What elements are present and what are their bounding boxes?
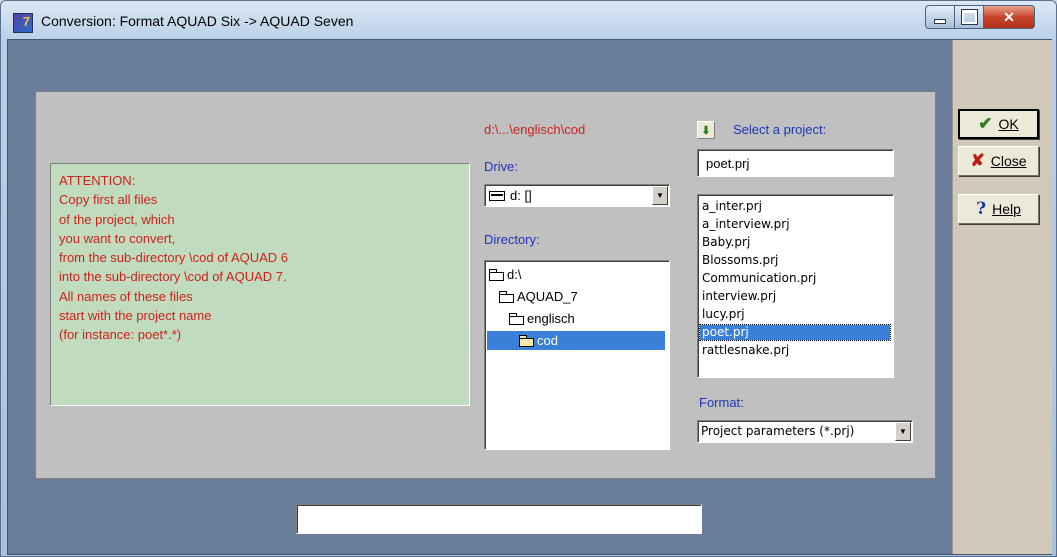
folder-icon — [519, 335, 534, 347]
conversion-window: Conversion: Format AQUAD Six -> AQUAD Se… — [0, 0, 1057, 557]
chevron-down-icon: ▼ — [656, 191, 664, 200]
arrow-down-icon[interactable]: ⬇ — [697, 121, 715, 139]
folder-icon — [509, 313, 524, 325]
select-project-label: Select a project: — [733, 122, 827, 137]
directory-list[interactable]: d:\ AQUAD_7 englisch cod — [484, 260, 670, 450]
attention-line: Copy first all files — [59, 192, 158, 208]
checkmark-icon: ✔ — [978, 114, 993, 133]
project-file-item[interactable]: poet.prj — [699, 324, 891, 341]
project-file-list[interactable]: a_inter.prj a_interview.prj Baby.prj Blosso… — [697, 194, 894, 378]
current-path-label: d:\...\englisch\cod — [484, 122, 586, 137]
project-name-field[interactable]: poet.prj — [697, 149, 894, 177]
minimize-icon — [934, 18, 946, 24]
attention-line: ATTENTION: — [59, 173, 136, 188]
folder-icon — [489, 269, 504, 281]
drive-value: d: [] — [510, 188, 532, 203]
attention-line: All names of these files — [59, 288, 193, 304]
window-title: Conversion: Format AQUAD Six -> AQUAD Se… — [41, 13, 354, 29]
directory-item-label: AQUAD_7 — [517, 289, 578, 304]
aquad-app-icon — [13, 13, 33, 33]
help-button[interactable]: ? Help — [958, 194, 1039, 224]
project-file-item[interactable]: Baby.prj — [700, 235, 752, 250]
button-panel: ✔ OK ✘ Close ? Help — [952, 40, 1052, 554]
attention-line: from the sub-directory \cod of AQUAD 6 — [59, 250, 289, 266]
project-name-value: poet.prj — [706, 156, 750, 171]
status-field[interactable] — [296, 504, 702, 534]
help-icon: ? — [976, 199, 987, 219]
directory-item-label: englisch — [527, 311, 575, 326]
project-file-item[interactable]: a_inter.prj — [700, 199, 764, 214]
drive-dropdown-button[interactable]: ▼ — [652, 186, 668, 205]
folder-icon — [499, 291, 514, 303]
ok-button[interactable]: ✔ OK — [958, 109, 1039, 139]
drive-select[interactable]: d: [] ▼ — [484, 184, 670, 207]
directory-label: Directory: — [484, 232, 540, 247]
format-dropdown-button[interactable]: ▼ — [895, 422, 911, 441]
close-label: Close — [990, 153, 1027, 169]
project-file-item[interactable]: lucy.prj — [700, 307, 747, 322]
directory-item-label: d:\ — [507, 267, 522, 282]
dialog-client: ATTENTION: Copy first all files of the pro… — [7, 39, 1052, 555]
maximize-icon — [960, 9, 978, 25]
directory-item[interactable]: englisch — [509, 309, 575, 328]
minimize-button[interactable] — [925, 5, 955, 29]
drive-icon — [489, 190, 505, 201]
close-button[interactable]: ✘ Close — [958, 146, 1039, 176]
help-label: Help — [992, 201, 1021, 217]
directory-item[interactable]: d:\ — [489, 265, 521, 284]
attention-note: ATTENTION: Copy first all files of the pro… — [50, 163, 470, 406]
directory-item[interactable]: AQUAD_7 — [499, 287, 578, 306]
close-x-icon: ✘ — [970, 151, 985, 170]
directory-item-label: cod — [537, 333, 558, 348]
project-file-item[interactable]: Blossoms.prj — [700, 253, 780, 268]
ok-label: OK — [998, 116, 1019, 132]
attention-line: start with the project name — [59, 308, 212, 324]
attention-line: you want to convert, — [59, 230, 176, 246]
project-file-item[interactable]: interview.prj — [700, 289, 778, 304]
close-window-button[interactable]: ✕ — [983, 5, 1035, 29]
format-select[interactable]: Project parameters (*.prj) ▼ — [697, 420, 913, 443]
directory-item[interactable]: cod — [487, 331, 665, 350]
format-label: Format: — [699, 395, 744, 410]
title-bar[interactable]: Conversion: Format AQUAD Six -> AQUAD Se… — [1, 1, 1056, 41]
maximize-button[interactable] — [954, 5, 984, 29]
conversion-panel: ATTENTION: Copy first all files of the pro… — [35, 91, 936, 479]
project-file-item[interactable]: Communication.prj — [700, 271, 818, 286]
project-file-item[interactable]: a_interview.prj — [700, 217, 792, 232]
attention-line: of the project, which — [59, 211, 175, 227]
attention-line: (for instance: poet*.*) — [59, 327, 182, 343]
chevron-down-icon: ▼ — [899, 427, 907, 436]
close-icon: ✕ — [1003, 8, 1015, 25]
format-value: Project parameters (*.prj) — [701, 424, 855, 438]
attention-line: into the sub-directory \cod of AQUAD 7. — [59, 269, 287, 285]
project-file-item[interactable]: rattlesnake.prj — [700, 343, 791, 358]
drive-label: Drive: — [484, 159, 518, 174]
